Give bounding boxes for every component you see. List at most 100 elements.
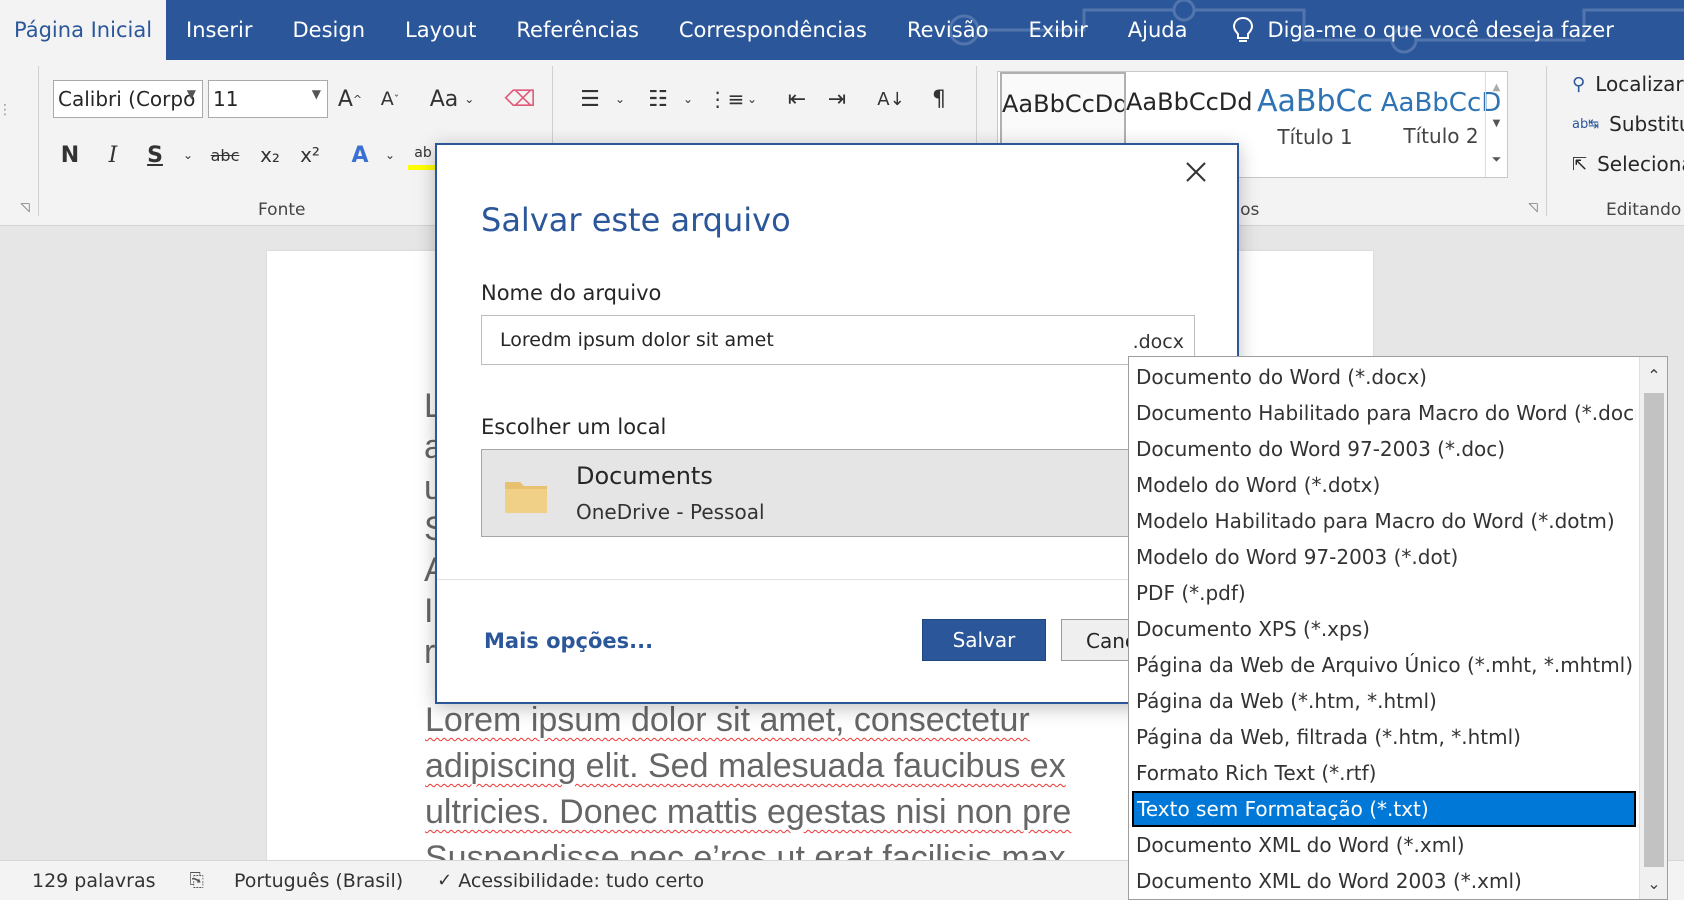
find-label: Localizar: [1595, 72, 1684, 96]
dialog-launcher-icon[interactable]: ◹: [1524, 198, 1542, 216]
location-label: Escolher um local: [481, 415, 667, 439]
superscript-button[interactable]: x²: [295, 140, 325, 170]
italic-button[interactable]: I: [98, 140, 128, 170]
file-type-option[interactable]: Documento XML do Word 2003 (*.xml): [1132, 863, 1636, 899]
style-heading-1[interactable]: AaBbCc Título 1: [1252, 72, 1378, 177]
style-sample: AaBbCc: [1257, 84, 1373, 119]
file-type-option[interactable]: Página da Web (*.htm, *.html): [1132, 683, 1636, 719]
circuit-pattern-decoration: [948, 0, 1684, 54]
file-type-option[interactable]: Modelo do Word 97-2003 (*.dot): [1132, 539, 1636, 575]
file-type-option[interactable]: Documento XPS (*.xps): [1132, 611, 1636, 647]
change-case-button[interactable]: Aa ⌄: [428, 84, 476, 114]
show-marks-button[interactable]: ¶: [924, 84, 954, 114]
file-type-option[interactable]: PDF (*.pdf): [1132, 575, 1636, 611]
subscript-button[interactable]: x₂: [255, 140, 285, 170]
search-icon: ⚲: [1572, 73, 1586, 95]
tab-pagina-inicial[interactable]: Página Inicial: [0, 0, 167, 60]
close-icon[interactable]: [1181, 159, 1211, 189]
multilevel-list-icon[interactable]: ⋮≡: [708, 84, 745, 114]
chevron-down-icon[interactable]: ⌄: [742, 84, 762, 114]
accessibility-status[interactable]: Acessibilidade: tudo certo: [458, 870, 704, 892]
chevron-down-icon[interactable]: ⌄: [1640, 867, 1667, 899]
tab-layout[interactable]: Layout: [385, 0, 496, 60]
font-size-value: 11: [213, 87, 239, 111]
save-button[interactable]: Salvar: [922, 619, 1046, 661]
chevron-down-icon[interactable]: ⌄: [178, 140, 198, 170]
replace-button[interactable]: ab↹ Substituir: [1572, 112, 1684, 136]
chevron-up-icon[interactable]: ▲: [1486, 72, 1507, 108]
decrease-indent-icon[interactable]: ⇤: [780, 84, 814, 114]
style-sample: AaBbCcDd: [1126, 88, 1252, 116]
divider: [437, 579, 1237, 580]
tab-correspondencias[interactable]: Correspondências: [659, 0, 887, 60]
file-type-option[interactable]: Página da Web, filtrada (*.htm, *.html): [1132, 719, 1636, 755]
location-picker[interactable]: Documents OneDrive - Pessoal: [481, 449, 1195, 537]
proofing-icon[interactable]: ⎘: [190, 870, 204, 891]
clipboard-edge: ⋮: [0, 102, 12, 118]
document-line: ultricies. Donec mattis egestas nisi non…: [425, 793, 1072, 831]
increase-indent-icon[interactable]: ⇥: [820, 84, 854, 114]
select-label: Seleciona: [1597, 152, 1684, 176]
highlight-icon[interactable]: ab: [408, 140, 438, 170]
clear-formatting-icon[interactable]: ⌫: [504, 84, 535, 114]
font-name-combo[interactable]: Calibri (Corpo ▼: [53, 80, 203, 118]
file-type-option[interactable]: Documento XML do Word (*.xml): [1132, 827, 1636, 863]
sort-icon[interactable]: A↓: [876, 84, 906, 114]
file-type-option[interactable]: Página da Web de Arquivo Único (*.mht, *…: [1132, 647, 1636, 683]
chevron-down-icon[interactable]: ⌄: [678, 84, 698, 114]
document-text[interactable]: Lorem ipsum dolor sit amet, consectetur …: [425, 697, 1145, 881]
ribbon-tab-bar: Página Inicial Inserir Design Layout Ref…: [0, 0, 1684, 60]
file-type-option-selected[interactable]: Texto sem Formatação (*.txt): [1132, 791, 1636, 827]
file-type-option[interactable]: Documento Habilitado para Macro do Word …: [1132, 395, 1636, 431]
dialog-launcher-icon[interactable]: ◹: [16, 198, 34, 216]
select-button[interactable]: ⇱ Seleciona: [1572, 152, 1684, 176]
word-count[interactable]: 129 palavras: [32, 870, 156, 892]
file-type-option[interactable]: Formato Rich Text (*.rtf): [1132, 755, 1636, 791]
chevron-down-icon[interactable]: ⌄: [610, 84, 630, 114]
chevron-down-icon[interactable]: ⌄: [380, 140, 400, 170]
chevron-down-icon[interactable]: ▼: [1486, 108, 1507, 144]
chevron-down-icon: ▼: [186, 87, 196, 101]
language-indicator[interactable]: Português (Brasil): [234, 870, 403, 892]
find-button[interactable]: ⚲ Localizar: [1572, 72, 1684, 96]
location-name: Documents: [576, 462, 713, 490]
location-subtitle: OneDrive - Pessoal: [576, 500, 765, 524]
dialog-title: Salvar este arquivo: [481, 201, 791, 239]
chevron-down-icon: ▼: [311, 87, 321, 101]
replace-icon: ab↹: [1572, 116, 1600, 132]
file-type-option[interactable]: Modelo Habilitado para Macro do Word (*.…: [1132, 503, 1636, 539]
styles-scroll[interactable]: ▲ ▼ ⏷: [1485, 72, 1507, 177]
tab-inserir[interactable]: Inserir: [166, 0, 272, 60]
filename-input[interactable]: Loredm ipsum dolor sit amet .docx: [481, 315, 1195, 365]
accessibility-icon: ✓: [437, 870, 453, 891]
close-glyph: [1186, 162, 1206, 182]
folder-icon: [505, 482, 547, 513]
file-type-dropdown: Documento do Word (*.docx) Documento Hab…: [1128, 356, 1668, 900]
filename-value: Loredm ipsum dolor sit amet: [500, 329, 774, 351]
more-styles-icon[interactable]: ⏷: [1486, 144, 1507, 177]
numbering-icon[interactable]: ☷: [640, 84, 676, 114]
font-size-combo[interactable]: 11 ▼: [208, 80, 328, 118]
chevron-up-icon[interactable]: ⌃: [1640, 359, 1667, 391]
font-group-label: Fonte: [258, 200, 306, 220]
style-sample: AaBbCcDd: [1002, 90, 1124, 118]
more-options-link[interactable]: Mais opções...: [484, 629, 653, 653]
bullets-icon[interactable]: ☰: [572, 84, 608, 114]
text-effects-button[interactable]: A: [345, 140, 375, 170]
style-name: Título 1: [1277, 125, 1353, 149]
filename-label: Nome do arquivo: [481, 281, 662, 305]
tab-referencias[interactable]: Referências: [496, 0, 658, 60]
shrink-font-icon[interactable]: Aˇ: [375, 84, 405, 114]
strikethrough-button[interactable]: abc: [208, 140, 242, 170]
scrollbar-thumb[interactable]: [1644, 393, 1664, 867]
dropdown-scrollbar[interactable]: ⌃ ⌄: [1639, 357, 1667, 899]
underline-button[interactable]: S: [140, 140, 170, 170]
grow-font-icon[interactable]: A ^: [335, 84, 365, 114]
tab-design[interactable]: Design: [273, 0, 386, 60]
file-type-option[interactable]: Documento do Word 97-2003 (*.doc): [1132, 431, 1636, 467]
file-type-option[interactable]: Modelo do Word (*.dotx): [1132, 467, 1636, 503]
file-type-option[interactable]: Documento do Word (*.docx): [1132, 359, 1636, 395]
replace-label: Substituir: [1609, 112, 1684, 136]
bold-button[interactable]: N: [55, 140, 85, 170]
extension-dropdown[interactable]: .docx: [1133, 331, 1184, 353]
